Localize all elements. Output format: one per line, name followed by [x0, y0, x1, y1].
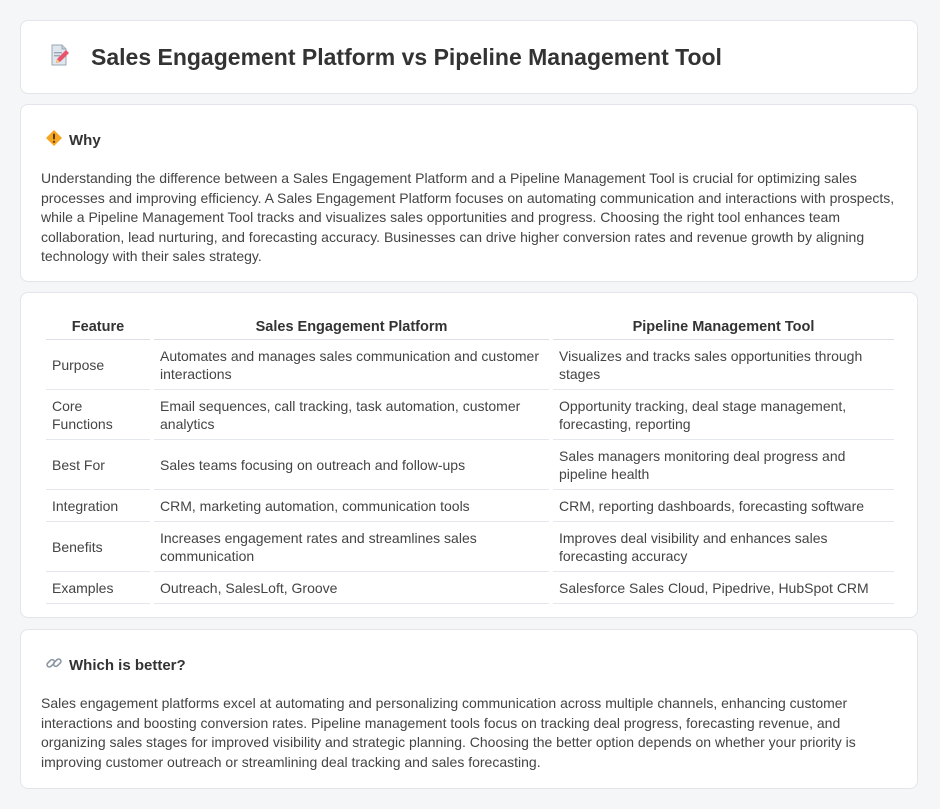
link-icon — [45, 654, 69, 677]
sales-engagement-cell: Email sequences, call tracking, task aut… — [154, 390, 549, 440]
column-header-feature: Feature — [46, 315, 150, 340]
comparison-card: Feature Sales Engagement Platform Pipeli… — [20, 292, 918, 618]
pipeline-management-cell: Salesforce Sales Cloud, Pipedrive, HubSp… — [553, 572, 894, 604]
sales-engagement-cell: CRM, marketing automation, communication… — [154, 490, 549, 522]
feature-cell: Examples — [46, 572, 150, 604]
which-is-better-body: Sales engagement platforms excel at auto… — [41, 695, 856, 770]
sales-engagement-cell: Increases engagement rates and streamlin… — [154, 522, 549, 572]
pipeline-management-cell: Visualizes and tracks sales opportunitie… — [553, 340, 894, 390]
table-row: Best For Sales teams focusing on outreac… — [46, 440, 894, 490]
table-row: Core Functions Email sequences, call tra… — [46, 390, 894, 440]
title-card: Sales Engagement Platform vs Pipeline Ma… — [20, 20, 918, 94]
column-header-pipeline-management-tool: Pipeline Management Tool — [553, 315, 894, 340]
feature-cell: Best For — [46, 440, 150, 490]
table-row: Purpose Automates and manages sales comm… — [46, 340, 894, 390]
table-row: Benefits Increases engagement rates and … — [46, 522, 894, 572]
column-header-sales-engagement-platform: Sales Engagement Platform — [154, 315, 549, 340]
warning-diamond-icon — [45, 129, 69, 152]
which-is-better-title: Which is better? — [69, 657, 186, 674]
feature-cell: Integration — [46, 490, 150, 522]
feature-cell: Core Functions — [46, 390, 150, 440]
feature-cell: Benefits — [46, 522, 150, 572]
feature-cell: Purpose — [46, 340, 150, 390]
document-pencil-icon — [47, 43, 91, 72]
pipeline-management-cell: CRM, reporting dashboards, forecasting s… — [553, 490, 894, 522]
table-row: Examples Outreach, SalesLoft, Groove Sal… — [46, 572, 894, 604]
page-title: Sales Engagement Platform vs Pipeline Ma… — [91, 43, 722, 70]
why-title: Why — [69, 132, 101, 149]
sales-engagement-cell: Automates and manages sales communicatio… — [154, 340, 549, 390]
pipeline-management-cell: Opportunity tracking, deal stage managem… — [553, 390, 894, 440]
comparison-table: Feature Sales Engagement Platform Pipeli… — [42, 315, 898, 604]
table-row: Integration CRM, marketing automation, c… — [46, 490, 894, 522]
sales-engagement-cell: Outreach, SalesLoft, Groove — [154, 572, 549, 604]
pipeline-management-cell: Improves deal visibility and enhances sa… — [553, 522, 894, 572]
which-is-better-section: Which is better? Sales engagement platfo… — [20, 629, 918, 789]
why-body: Understanding the difference between a S… — [41, 170, 895, 264]
why-section: Why Understanding the difference between… — [20, 104, 918, 282]
sales-engagement-cell: Sales teams focusing on outreach and fol… — [154, 440, 549, 490]
pipeline-management-cell: Sales managers monitoring deal progress … — [553, 440, 894, 490]
